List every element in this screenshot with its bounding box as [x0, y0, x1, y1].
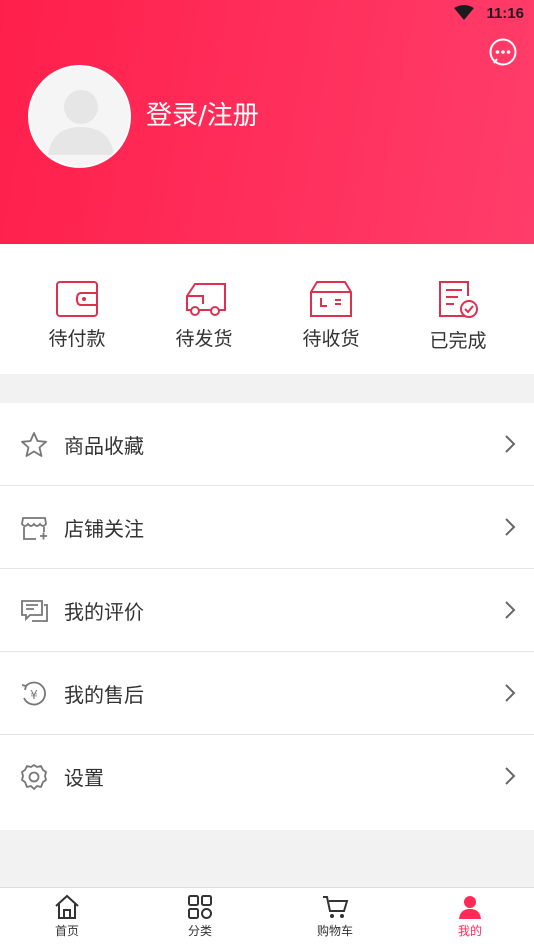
package-icon — [310, 281, 352, 317]
tab-label: 分类 — [187, 924, 212, 938]
home-icon — [55, 894, 79, 919]
order-label: 已完成 — [429, 330, 487, 352]
tab-cart[interactable]: 购物车 — [290, 894, 380, 939]
chat-icon — [489, 38, 517, 66]
menu-item-followed-stores[interactable]: 店铺关注 — [0, 486, 534, 569]
tab-mine[interactable]: 我的 — [425, 894, 515, 939]
chevron-right-icon — [505, 767, 516, 785]
chevron-right-icon — [505, 435, 516, 453]
order-label: 待收货 — [302, 328, 360, 350]
bottom-tab-bar: 首页 分类 购物车 我的 — [0, 887, 534, 949]
menu-item-label: 设置 — [64, 766, 104, 790]
order-label: 待发货 — [175, 328, 233, 350]
chevron-right-icon — [505, 518, 516, 536]
order-pending-shipment[interactable]: 待发货 — [144, 280, 264, 351]
order-label: 待付款 — [48, 328, 106, 350]
completed-icon — [439, 281, 478, 318]
star-icon — [21, 432, 47, 457]
menu-item-after-sales[interactable]: ¥ 我的售后 — [0, 652, 534, 735]
order-pending-payment[interactable]: 待付款 — [17, 280, 137, 351]
avatar[interactable] — [28, 65, 131, 168]
menu-item-my-reviews[interactable]: 我的评价 — [0, 569, 534, 652]
order-completed[interactable]: 已完成 — [398, 280, 518, 353]
tab-category[interactable]: 分类 — [155, 894, 245, 939]
store-icon — [21, 517, 47, 540]
tab-label: 购物车 — [316, 924, 353, 938]
menu-item-label: 商品收藏 — [64, 434, 144, 458]
profile-header: 11:16 登录/注册 — [0, 0, 534, 244]
menu-item-label: 我的评价 — [64, 600, 144, 624]
wifi-icon — [454, 5, 474, 25]
menu-item-settings[interactable]: 设置 — [0, 735, 534, 830]
chevron-right-icon — [505, 684, 516, 702]
user-placeholder-icon — [48, 90, 114, 155]
message-button[interactable] — [488, 37, 518, 67]
order-pending-receipt[interactable]: 待收货 — [271, 280, 391, 351]
category-icon — [188, 895, 212, 919]
menu-item-label: 我的售后 — [64, 683, 144, 707]
menu-item-favorites[interactable]: 商品收藏 — [0, 403, 534, 486]
comment-icon — [21, 600, 48, 622]
status-time: 11:16 — [486, 5, 524, 22]
truck-icon — [186, 283, 226, 316]
settings-menu: 商品收藏 店铺关注 我的评价 ¥ 我的售后 设置 — [0, 403, 534, 830]
cart-icon — [323, 896, 349, 918]
tab-label: 首页 — [54, 924, 79, 938]
login-register-link[interactable]: 登录/注册 — [146, 95, 259, 132]
chevron-right-icon — [505, 601, 516, 619]
tab-label: 我的 — [457, 924, 482, 938]
refund-icon: ¥ — [21, 681, 46, 706]
tab-home[interactable]: 首页 — [22, 894, 112, 939]
gear-icon — [21, 764, 47, 790]
menu-item-label: 店铺关注 — [64, 517, 144, 541]
status-bar: 11:16 — [0, 0, 534, 28]
user-icon — [459, 896, 481, 919]
order-status-panel: 待付款 待发货 待收货 已完成 — [0, 244, 534, 374]
svg-text:¥: ¥ — [30, 688, 38, 702]
wallet-icon — [56, 281, 98, 317]
